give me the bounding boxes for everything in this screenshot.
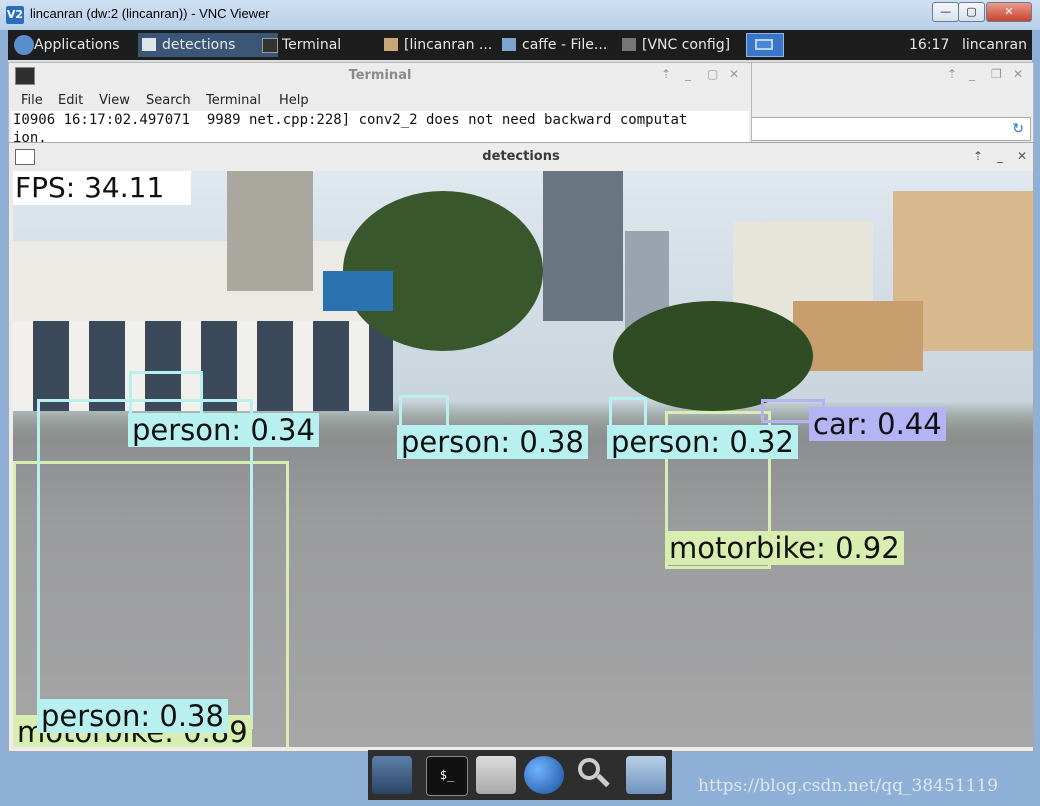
menu-edit[interactable]: Edit [58, 93, 83, 108]
window-title: lincanran (dw:2 (lincanran)) - VNC Viewe… [30, 6, 270, 21]
applications-menu[interactable]: Applications [10, 33, 158, 57]
restore-icon[interactable]: ❐ [991, 67, 1002, 81]
window-icon [142, 38, 156, 51]
terminal-line: I0906 16:17:02.497071 9989 net.cpp:228] … [13, 112, 688, 128]
up-icon[interactable]: ⇡ [947, 67, 957, 81]
menu-help[interactable]: Help [279, 93, 309, 108]
arcade-arches [13, 321, 393, 411]
task-terminal[interactable]: Terminal [258, 33, 398, 57]
detection-label: car: 0.44 [809, 407, 946, 441]
browser-icon[interactable] [524, 756, 564, 794]
search-icon[interactable] [574, 756, 614, 794]
fps-counter: FPS: 34.11 [13, 171, 191, 205]
detection-label: person: 0.32 [607, 425, 798, 459]
xfce-mouse-icon [14, 35, 34, 55]
window-icon [622, 38, 636, 51]
billboard [323, 271, 393, 311]
close-icon[interactable]: ✕ [729, 67, 739, 81]
vnc-logo-icon: V2 [6, 6, 24, 24]
file-manager-window: ⇡ _ ❐ ✕ ↻ [750, 62, 1034, 148]
folder-icon[interactable] [626, 756, 666, 794]
menu-view[interactable]: View [99, 93, 130, 108]
minimize-icon[interactable]: _ [685, 67, 691, 81]
terminal-title: Terminal [348, 68, 412, 83]
skyscraper [543, 171, 623, 321]
task-detections[interactable]: detections [138, 33, 278, 57]
maximize-icon[interactable]: ▢ [707, 67, 718, 81]
minimize-button[interactable]: — [932, 2, 959, 22]
close-icon[interactable]: ✕ [1017, 149, 1027, 163]
tree [613, 301, 813, 411]
terminal-output[interactable]: I0906 16:17:02.497071 9989 net.cpp:228] … [11, 111, 749, 145]
home-folder-icon[interactable] [476, 756, 516, 794]
detections-title: detections [482, 149, 560, 164]
detection-label: person: 0.34 [128, 413, 319, 447]
top-panel: Applications detections Terminal [lincan… [8, 30, 1032, 60]
task-vnc-config[interactable]: [VNC config] [618, 33, 764, 57]
show-desktop-icon[interactable] [372, 756, 412, 794]
menu-search[interactable]: Search [146, 93, 191, 108]
close-button[interactable]: ✕ [986, 2, 1032, 22]
detection-label: person: 0.38 [37, 699, 228, 733]
terminal-icon[interactable]: $_ [426, 756, 468, 796]
applications-label: Applications [34, 37, 120, 53]
bbox-person-left [37, 399, 253, 729]
location-bar[interactable]: ↻ [751, 117, 1031, 141]
home-icon [384, 38, 398, 51]
menu-terminal[interactable]: Terminal [206, 93, 261, 108]
workspace-switcher[interactable] [746, 33, 784, 57]
up-icon[interactable]: ⇡ [661, 67, 671, 81]
detection-label: person: 0.38 [397, 425, 588, 459]
vnc-titlebar: V2 lincanran (dw:2 (lincanran)) - VNC Vi… [0, 0, 1040, 30]
tower-building [227, 171, 313, 291]
task-caffe[interactable]: caffe - File... [498, 33, 638, 57]
clock: 16:17 [909, 37, 950, 53]
up-icon[interactable]: ⇡ [973, 149, 983, 163]
minimize-icon[interactable]: _ [997, 149, 1003, 163]
detection-label: motorbike: 0.92 [665, 531, 904, 565]
folder-icon [502, 38, 516, 51]
menu-file[interactable]: File [21, 93, 43, 108]
user-menu[interactable]: lincanran [962, 33, 1027, 57]
terminal-icon [262, 38, 278, 53]
reload-icon[interactable]: ↻ [1012, 121, 1024, 137]
terminal-window: Terminal ⇡ _ ▢ ✕ File Edit View Search T… [8, 62, 752, 148]
vnc-viewer-window: V2 lincanran (dw:2 (lincanran)) - VNC Vi… [0, 0, 1040, 806]
video-frame: FPS: 34.11 person: 0.34 person: 0.38 per… [13, 171, 1033, 747]
dock: $_ [368, 750, 672, 800]
maximize-button[interactable]: ▢ [958, 2, 985, 22]
minimize-icon[interactable]: _ [969, 67, 975, 81]
close-icon[interactable]: ✕ [1013, 67, 1023, 81]
watermark: https://blog.csdn.net/qq_38451119 [698, 776, 999, 796]
detections-window: detections ⇡ _ ✕ FPS: 34.11 person: 0.34… [8, 142, 1034, 752]
